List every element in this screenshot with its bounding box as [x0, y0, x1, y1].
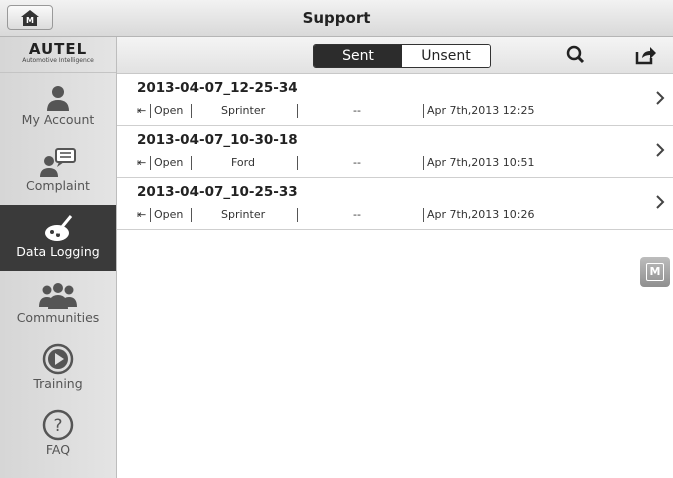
record-info: --: [353, 156, 361, 169]
record-vehicle: Sprinter: [221, 208, 266, 221]
record-vehicle: Sprinter: [221, 104, 266, 117]
record-date: Apr 7th,2013 10:26: [427, 208, 535, 221]
sent-unsent-toggle: Sent Unsent: [313, 44, 491, 68]
record-info: --: [353, 208, 361, 221]
tab-unsent[interactable]: Unsent: [402, 45, 490, 67]
record-status: Open: [154, 156, 184, 169]
sidebar-item-data-logging[interactable]: Data Logging: [0, 205, 116, 271]
floating-menu-button[interactable]: M: [640, 257, 670, 287]
sidebar-item-label: Complaint: [26, 178, 90, 193]
record-status: Open: [154, 104, 184, 117]
sidebar-item-faq[interactable]: ? FAQ: [0, 403, 116, 469]
sidebar-item-my-account[interactable]: My Account: [0, 73, 116, 139]
record-title: 2013-04-07_12-25-34: [137, 80, 298, 96]
sidebar-item-label: Data Logging: [16, 244, 100, 259]
sidebar-item-label: Training: [33, 376, 83, 391]
autel-logo: AUTEL Automotive Intelligence: [0, 37, 116, 73]
file-icon: ⇤: [137, 208, 147, 221]
svg-text:?: ?: [53, 416, 62, 436]
group-icon: [0, 271, 116, 309]
chevron-right-icon[interactable]: [653, 88, 667, 108]
complaint-icon: [0, 139, 116, 177]
record-list: 2013-04-07_12-25-34 ⇤ Open Sprinter -- A…: [117, 74, 673, 230]
chevron-right-icon[interactable]: [653, 192, 667, 212]
floating-menu-label: M: [646, 263, 664, 281]
sidebar-item-complaint[interactable]: Complaint: [0, 139, 116, 205]
record-info: --: [353, 104, 361, 117]
title-bar: M Support: [0, 0, 673, 37]
share-icon[interactable]: [635, 45, 657, 65]
file-icon: ⇤: [137, 156, 147, 169]
sidebar-item-training[interactable]: Training: [0, 337, 116, 403]
list-item[interactable]: 2013-04-07_10-25-33 ⇤ Open Sprinter -- A…: [117, 178, 673, 230]
person-icon: [0, 73, 116, 111]
sidebar-item-label: Communities: [16, 310, 100, 325]
page-title: Support: [302, 9, 371, 27]
record-title: 2013-04-07_10-25-33: [137, 184, 298, 200]
sidebar-item-communities[interactable]: Communities: [0, 271, 116, 337]
sidebar: AUTEL Automotive Intelligence My Account…: [0, 37, 117, 478]
sidebar-item-label: My Account: [21, 112, 95, 127]
record-date: Apr 7th,2013 12:25: [427, 104, 535, 117]
question-circle-icon: ?: [0, 403, 116, 441]
sidebar-item-label: FAQ: [45, 442, 71, 457]
record-status: Open: [154, 208, 184, 221]
record-date: Apr 7th,2013 10:51: [427, 156, 535, 169]
search-icon[interactable]: [565, 45, 587, 65]
record-title: 2013-04-07_10-30-18: [137, 132, 298, 148]
chevron-right-icon[interactable]: [653, 140, 667, 160]
list-item[interactable]: 2013-04-07_12-25-34 ⇤ Open Sprinter -- A…: [117, 74, 673, 126]
toolbar: Sent Unsent: [117, 37, 673, 74]
data-logging-icon: [0, 205, 116, 243]
file-icon: ⇤: [137, 104, 147, 117]
play-circle-icon: [0, 337, 116, 375]
tab-sent[interactable]: Sent: [314, 45, 402, 67]
list-item[interactable]: 2013-04-07_10-30-18 ⇤ Open Ford -- Apr 7…: [117, 126, 673, 178]
record-vehicle: Ford: [231, 156, 255, 169]
